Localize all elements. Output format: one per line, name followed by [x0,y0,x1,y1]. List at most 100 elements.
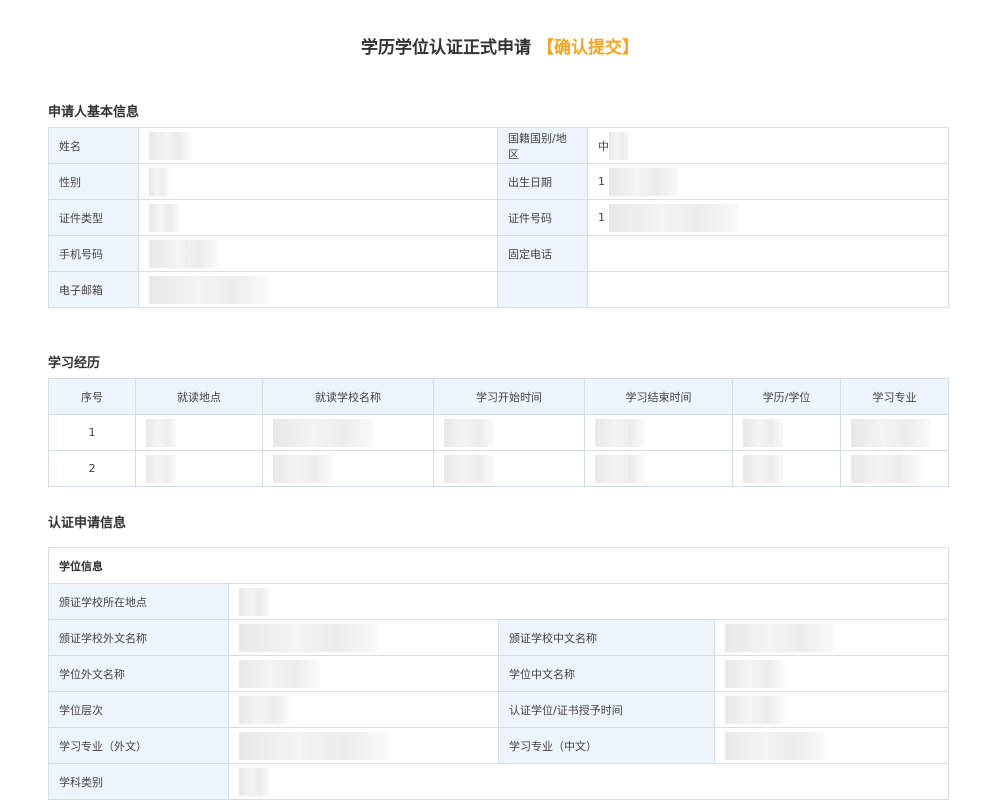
cell [584,450,733,487]
field-value [587,235,949,272]
field-value: 1 [587,163,949,200]
table-row: 证件类型 证件号码 1 [48,199,949,236]
field-label: 学习专业（中文） [498,727,715,764]
field-value [714,619,949,656]
field-label: 手机号码 [48,235,139,272]
field-label: 证件类型 [48,199,139,236]
column-header: 学习开始时间 [433,378,585,415]
cell [135,414,263,451]
redacted-value [149,275,269,304]
field-label: 电子邮箱 [48,271,139,308]
field-label: 认证学位/证书授予时间 [498,691,715,728]
field-label: 性别 [48,163,139,200]
table-row: 颁证学校所在地点 [48,583,949,620]
table-row: 颁证学校外文名称 颁证学校中文名称 [48,619,949,656]
cell [433,450,585,487]
redacted-value [608,167,679,196]
field-value [138,235,498,272]
field-label: 固定电话 [497,235,588,272]
field-value-text: 1 [598,175,605,188]
field-label: 学位中文名称 [498,655,715,692]
cell [732,414,841,451]
field-value [714,691,949,728]
cell [840,450,949,487]
page-title-text: 学历学位认证正式申请 [361,38,532,58]
field-label: 颁证学校所在地点 [48,583,229,620]
field-label: 证件号码 [497,199,588,236]
redacted-value [851,418,931,447]
field-value-text: 1 [598,211,605,224]
cell [840,414,949,451]
cell [262,450,434,487]
redacted-value [595,418,645,447]
cell [584,414,733,451]
field-value [138,271,498,308]
redacted-value [609,131,629,160]
redacted-value [149,131,191,160]
study-table: 序号 就读地点 就读学校名称 学习开始时间 学习结束时间 学历/学位 学习专业 … [48,378,949,487]
table-row: 学位层次 认证学位/证书授予时间 [48,691,949,728]
cert-table: 学位信息 颁证学校所在地点 颁证学校外文名称 颁证学校中文名称 学位外文名称 学… [48,547,949,800]
field-value [228,619,499,656]
redacted-value [239,767,269,796]
row-index: 2 [48,450,136,487]
field-value-text: 中 [598,139,609,153]
redacted-value [239,587,269,616]
field-value [228,763,949,800]
field-label: 学位层次 [48,691,229,728]
redacted-value [239,659,319,688]
field-label [497,271,588,308]
field-value [587,271,949,308]
field-label: 姓名 [48,127,139,164]
redacted-value [146,418,176,447]
table-row: 手机号码 固定电话 [48,235,949,272]
column-header: 就读地点 [135,378,263,415]
field-value [228,727,499,764]
field-value [138,127,498,164]
section-heading-basic-info: 申请人基本信息 [48,105,140,120]
redacted-value [149,203,179,232]
section-heading-study: 学习经历 [48,356,101,371]
table-header-row: 序号 就读地点 就读学校名称 学习开始时间 学习结束时间 学历/学位 学习专业 [48,378,949,415]
row-index: 1 [48,414,136,451]
field-label: 国籍国别/地区 [497,127,588,164]
column-header: 序号 [48,378,136,415]
table-row: 学科类别 [48,763,949,800]
table-row: 学位信息 [48,547,949,584]
redacted-value [273,454,333,483]
section-heading-cert: 认证申请信息 [48,516,127,531]
redacted-value [595,454,645,483]
redacted-value [239,731,389,760]
table-row: 学习专业（外文） 学习专业（中文） [48,727,949,764]
redacted-value [725,659,785,688]
redacted-value [149,239,219,268]
table-row: 姓名 国籍国别/地区 中 [48,127,949,164]
table-row: 1 [48,414,949,451]
field-value [228,691,499,728]
cell [135,450,263,487]
field-label: 颁证学校外文名称 [48,619,229,656]
table-row: 2 [48,450,949,487]
field-value [138,163,498,200]
field-label: 学科类别 [48,763,229,800]
cell [732,450,841,487]
redacted-value [444,418,494,447]
column-header: 学习专业 [840,378,949,415]
redacted-value [149,167,169,196]
column-header: 学习结束时间 [584,378,733,415]
redacted-value [725,623,835,652]
table-row: 电子邮箱 [48,271,949,308]
redacted-value [273,418,373,447]
table-row: 学位外文名称 学位中文名称 [48,655,949,692]
field-label: 颁证学校中文名称 [498,619,715,656]
redacted-value [146,454,176,483]
page-title-accent: 【确认提交】 [536,38,639,58]
field-value: 1 [587,199,949,236]
redacted-value [851,454,921,483]
field-label: 学位外文名称 [48,655,229,692]
redacted-value [743,418,783,447]
group-title: 学位信息 [48,547,949,584]
field-value: 中 [587,127,949,164]
redacted-value [743,454,783,483]
column-header: 学历/学位 [732,378,841,415]
